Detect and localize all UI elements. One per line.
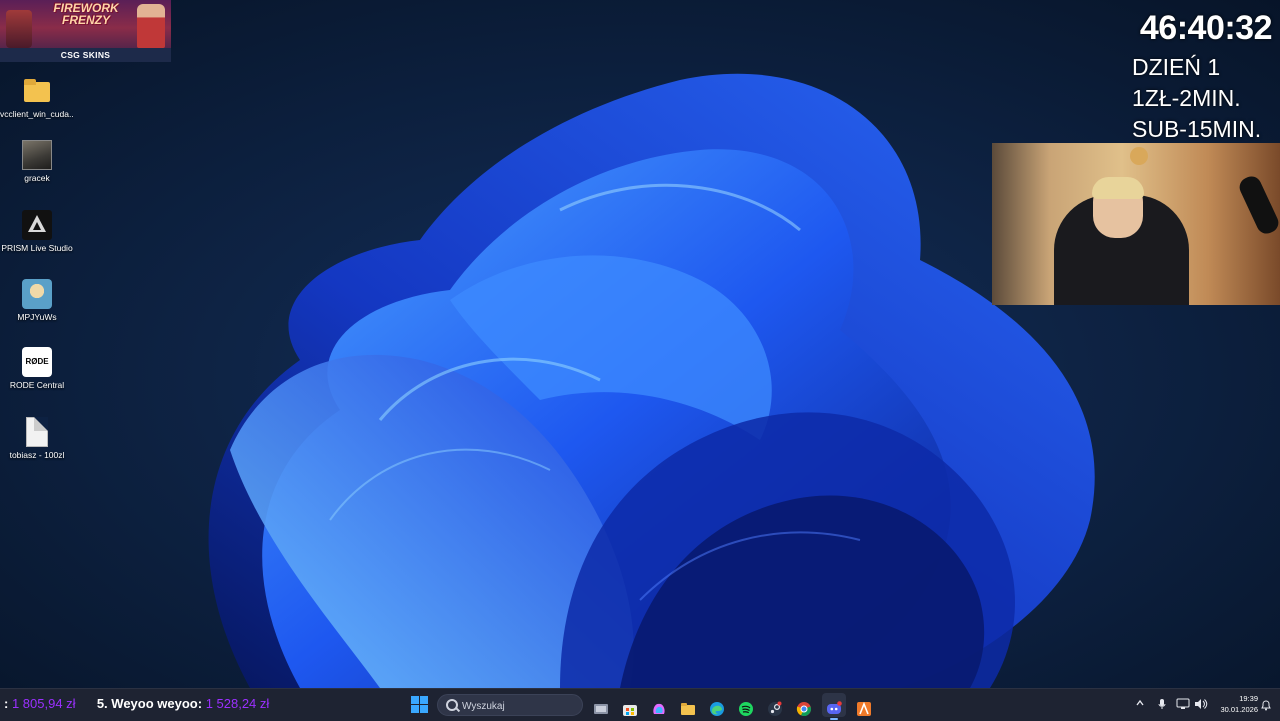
photo-icon — [22, 140, 52, 170]
desktop-icon-tobiasz[interactable]: tobiasz - 100zl — [0, 417, 74, 461]
subathon-timer: 46:40:32 — [1139, 9, 1273, 47]
donation-amount: 1 528,24 zł — [205, 696, 270, 711]
steam-button[interactable] — [763, 693, 787, 717]
taskbar-search[interactable] — [437, 694, 583, 716]
desktop-icon-label: gracek — [24, 173, 50, 183]
taskbar: : 1 805,94 zł 5. Weyoo weyoo: 1 528,24 z… — [0, 688, 1280, 721]
microphone — [1236, 173, 1280, 237]
chrome-button[interactable] — [792, 693, 816, 717]
task-view-icon — [594, 704, 608, 714]
discord-button[interactable] — [822, 693, 846, 720]
banner-character-right — [137, 4, 165, 48]
search-input[interactable] — [460, 698, 582, 714]
donation-amount: 1 805,94 zł — [11, 696, 76, 711]
overlay-rate-sub: SUB-15MIN. — [1132, 116, 1262, 142]
desktop-icon-gracek[interactable]: gracek — [0, 140, 74, 184]
desktop-wallpaper — [0, 0, 1280, 688]
volume-icon[interactable] — [1194, 698, 1208, 715]
overlay-day: DZIEŃ 1 — [1132, 54, 1221, 80]
copilot-button[interactable] — [647, 693, 671, 717]
start-button[interactable] — [408, 693, 432, 717]
clock-time: 19:39 — [1239, 694, 1258, 703]
donor-name: : — [4, 696, 9, 711]
spotify-icon — [739, 702, 753, 716]
desktop-icon-label: tobiasz - 100zl — [9, 450, 65, 460]
banner-brand-strip: CSG SKINS — [0, 48, 171, 62]
desktop-icon-vcclient[interactable]: vcclient_win_cuda... — [0, 76, 74, 120]
avatar-icon — [22, 279, 52, 309]
overlay-rate-donation: 1ZŁ-2MIN. — [1132, 85, 1241, 111]
app-icon — [857, 701, 871, 716]
desktop-icon-prism[interactable]: PRISM Live Studio — [0, 210, 74, 254]
wall-clock — [1130, 147, 1148, 165]
microphone-icon[interactable] — [1156, 698, 1168, 715]
rode-icon: RØDE — [22, 347, 52, 377]
webcam-feed — [992, 143, 1280, 305]
network-icon[interactable] — [1176, 698, 1190, 715]
file-explorer-button[interactable] — [676, 693, 700, 717]
notification-bell-icon[interactable] — [1260, 698, 1272, 711]
streamer-hair — [1092, 177, 1144, 199]
edge-icon — [710, 702, 724, 716]
store-icon — [623, 705, 637, 716]
prism-icon — [22, 210, 52, 240]
edge-button[interactable] — [705, 693, 729, 717]
chrome-icon — [796, 702, 811, 716]
search-icon — [446, 699, 458, 711]
windows-logo-icon — [411, 696, 419, 704]
discord-icon — [827, 701, 842, 714]
banner-brand: CSG SKINS — [60, 50, 111, 60]
app-button[interactable] — [852, 693, 876, 717]
spotify-button[interactable] — [734, 693, 758, 717]
desktop-icon-label: PRISM Live Studio — [1, 243, 73, 253]
banner-title: FIREWORK FRENZY — [53, 1, 119, 27]
desktop-icon-label: RODE Central — [9, 380, 65, 390]
banner-character-left — [6, 10, 32, 48]
steam-icon — [768, 701, 782, 716]
copilot-icon — [653, 703, 665, 714]
task-view-button[interactable] — [589, 693, 613, 717]
desktop-icon-label: vcclient_win_cuda... — [0, 109, 74, 119]
desktop-icon-rode-central[interactable]: RØDE RODE Central — [0, 347, 74, 391]
donor-name: 5. Weyoo weyoo: — [96, 696, 203, 711]
folder-icon — [22, 76, 52, 106]
sponsor-banner: FIREWORK FRENZY CSG SKINS — [0, 0, 171, 62]
desktop-icon-mpjyuws[interactable]: MPJYuWs — [0, 279, 74, 323]
desktop-icon-label: MPJYuWs — [17, 312, 57, 322]
system-clock[interactable]: 19:39 30.01.2026 — [1212, 693, 1258, 715]
chevron-up-icon[interactable] — [1135, 698, 1145, 713]
file-explorer-icon — [681, 703, 695, 715]
donation-ticker: : 1 805,94 zł 5. Weyoo weyoo: 1 528,24 z… — [4, 696, 269, 711]
clock-date: 30.01.2026 — [1220, 705, 1258, 714]
store-button[interactable] — [618, 693, 642, 717]
file-icon — [26, 417, 48, 447]
